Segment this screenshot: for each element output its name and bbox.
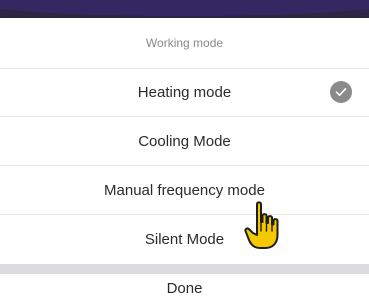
hand-pointer-icon bbox=[243, 200, 283, 252]
option-label: Silent Mode bbox=[144, 231, 225, 248]
option-cooling-mode[interactable]: Cooling Mode bbox=[0, 117, 369, 166]
done-label: Done bbox=[166, 280, 203, 297]
checkmark-icon bbox=[330, 81, 352, 103]
sheet-title: Working mode bbox=[0, 18, 369, 69]
working-mode-sheet: Working mode Heating mode Cooling Mode M… bbox=[0, 18, 369, 303]
header-strip bbox=[0, 0, 369, 18]
header-arc bbox=[0, 0, 369, 16]
option-label: Heating mode bbox=[137, 83, 232, 101]
option-manual-frequency-mode[interactable]: Manual frequency mode bbox=[0, 166, 369, 215]
section-divider bbox=[0, 264, 369, 274]
done-button[interactable]: Done bbox=[0, 274, 369, 303]
option-label: Cooling Mode bbox=[138, 132, 231, 150]
option-silent-mode[interactable]: Silent Mode bbox=[0, 215, 369, 264]
option-heating-mode[interactable]: Heating mode bbox=[0, 68, 369, 117]
option-label: Manual frequency mode bbox=[104, 181, 265, 199]
